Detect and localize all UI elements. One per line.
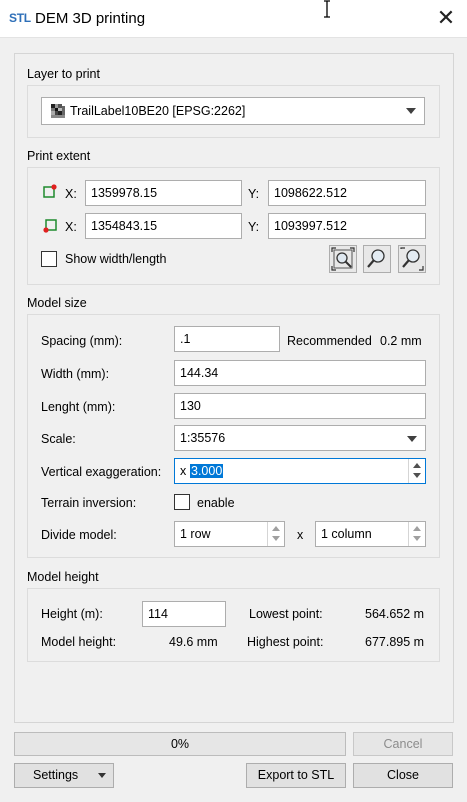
rows-spinbox[interactable]: 1 row xyxy=(174,521,285,547)
close-window-icon[interactable]: ✕ xyxy=(433,4,459,32)
spin-down-icon[interactable] xyxy=(413,473,421,478)
terrain-inversion-label: Terrain inversion: xyxy=(41,496,137,510)
zoom-layer-button[interactable] xyxy=(363,245,391,273)
bottom-right-corner-icon xyxy=(43,219,57,233)
zoom-layer-icon xyxy=(367,249,385,268)
layer-section-title: Layer to print xyxy=(27,67,100,81)
progress-bar: 0% xyxy=(14,732,346,756)
recommended-value: 0.2 mm xyxy=(380,334,422,348)
columns-spinbox[interactable]: 1 column xyxy=(315,521,426,547)
spin-up-icon[interactable] xyxy=(413,463,421,468)
height-label: Height (m): xyxy=(41,607,103,621)
length-label: Lenght (mm): xyxy=(41,400,116,414)
y-label: Y: xyxy=(248,220,260,234)
cancel-button[interactable]: Cancel xyxy=(353,732,453,756)
recommended-label: Recommended xyxy=(287,334,372,348)
settings-button[interactable]: Settings xyxy=(14,763,114,788)
width-value: 144.34 xyxy=(180,366,219,380)
chevron-down-icon xyxy=(98,773,106,778)
length-input[interactable]: 130 xyxy=(174,393,426,419)
extent-section-title: Print extent xyxy=(27,149,91,163)
raster-layer-icon xyxy=(51,104,65,118)
top-left-x-input[interactable]: 1359978.15 xyxy=(85,180,242,206)
height-input[interactable]: 114 xyxy=(142,601,226,627)
model-height-value: 49.6 mm xyxy=(169,635,218,649)
spin-down-icon[interactable] xyxy=(272,536,280,541)
app-logo: STL xyxy=(9,11,31,25)
settings-button-label: Settings xyxy=(33,768,79,782)
zoom-selection-icon xyxy=(400,247,424,271)
layer-select-value: TrailLabel10BE20 [EPSG:2262] xyxy=(70,104,246,118)
scale-value: 1:35576 xyxy=(180,431,226,445)
spacing-value: .1 xyxy=(180,332,191,346)
model-height-group: Height (m): 114 Lowest point: 564.652 m … xyxy=(27,588,440,662)
spin-down-icon[interactable] xyxy=(413,536,421,541)
spin-buttons[interactable] xyxy=(408,459,425,483)
progress-text: 0% xyxy=(170,737,190,751)
layer-group: TrailLabel10BE20 [EPSG:2262] xyxy=(27,85,440,138)
scale-label: Scale: xyxy=(41,432,76,446)
x-label: X: xyxy=(65,187,77,201)
y-label: Y: xyxy=(248,187,260,201)
show-width-length-label: Show width/length xyxy=(65,252,167,266)
top-left-corner-icon xyxy=(43,184,57,198)
zoom-full-icon xyxy=(331,247,355,271)
text-cursor-icon xyxy=(324,0,330,18)
highest-point-label: Highest point: xyxy=(247,635,324,649)
lowest-point-value: 564.652 m xyxy=(365,607,425,621)
spin-buttons[interactable] xyxy=(267,522,284,546)
height-value: 114 xyxy=(148,607,168,621)
model-size-group: Spacing (mm): .1 Recommended 0.2 mm Widt… xyxy=(27,314,440,558)
spacing-label: Spacing (mm): xyxy=(41,334,123,348)
columns-value: 1 column xyxy=(321,527,372,541)
full-extent-button[interactable] xyxy=(329,245,357,273)
terrain-inversion-enable-label: enable xyxy=(197,496,235,510)
bottom-right-x-input[interactable]: 1354843.15 xyxy=(85,213,242,239)
model-height-label: Model height: xyxy=(41,635,117,649)
model-size-section-title: Model size xyxy=(27,296,87,310)
width-input[interactable]: 144.34 xyxy=(174,360,426,386)
top-left-x-value: 1359978.15 xyxy=(91,186,158,200)
vertical-exaggeration-prefix: x xyxy=(180,464,187,478)
chevron-down-icon xyxy=(406,108,416,114)
bottom-right-y-value: 1093997.512 xyxy=(274,219,347,233)
rows-value: 1 row xyxy=(180,527,211,541)
width-label: Width (mm): xyxy=(41,367,110,381)
vertical-exaggeration-value: 3.000 xyxy=(190,464,224,478)
bottom-right-y-input[interactable]: 1093997.512 xyxy=(268,213,426,239)
vertical-exaggeration-label: Vertical exaggeration: xyxy=(41,465,162,479)
terrain-inversion-checkbox[interactable] xyxy=(174,494,190,510)
model-height-section-title: Model height xyxy=(27,570,99,584)
highest-point-value: 677.895 m xyxy=(365,635,425,649)
spin-up-icon[interactable] xyxy=(272,526,280,531)
x-label: X: xyxy=(65,220,77,234)
title-bar: STL DEM 3D printing ✕ xyxy=(0,0,467,38)
divide-x-separator: x xyxy=(297,528,304,542)
bottom-right-x-value: 1354843.15 xyxy=(91,219,158,233)
extent-group: X: 1359978.15 Y: 1098622.512 X: 1354843.… xyxy=(27,167,440,285)
spin-buttons[interactable] xyxy=(408,522,425,546)
chevron-down-icon xyxy=(407,436,417,442)
export-stl-button[interactable]: Export to STL xyxy=(246,763,346,788)
layer-select[interactable]: TrailLabel10BE20 [EPSG:2262] xyxy=(41,97,425,125)
vertical-exaggeration-spinbox[interactable]: x 3.000 xyxy=(174,458,426,484)
close-button[interactable]: Close xyxy=(353,763,453,788)
spacing-input[interactable]: .1 xyxy=(174,326,280,352)
lowest-point-label: Lowest point: xyxy=(249,607,323,621)
divide-model-label: Divide model: xyxy=(41,528,117,542)
window-title: DEM 3D printing xyxy=(35,10,146,27)
show-width-length-checkbox[interactable] xyxy=(41,251,57,267)
spin-up-icon[interactable] xyxy=(413,526,421,531)
zoom-selection-button[interactable] xyxy=(398,245,426,273)
top-left-y-value: 1098622.512 xyxy=(274,186,347,200)
top-left-y-input[interactable]: 1098622.512 xyxy=(268,180,426,206)
scale-select[interactable]: 1:35576 xyxy=(174,425,426,451)
length-value: 130 xyxy=(180,399,201,413)
